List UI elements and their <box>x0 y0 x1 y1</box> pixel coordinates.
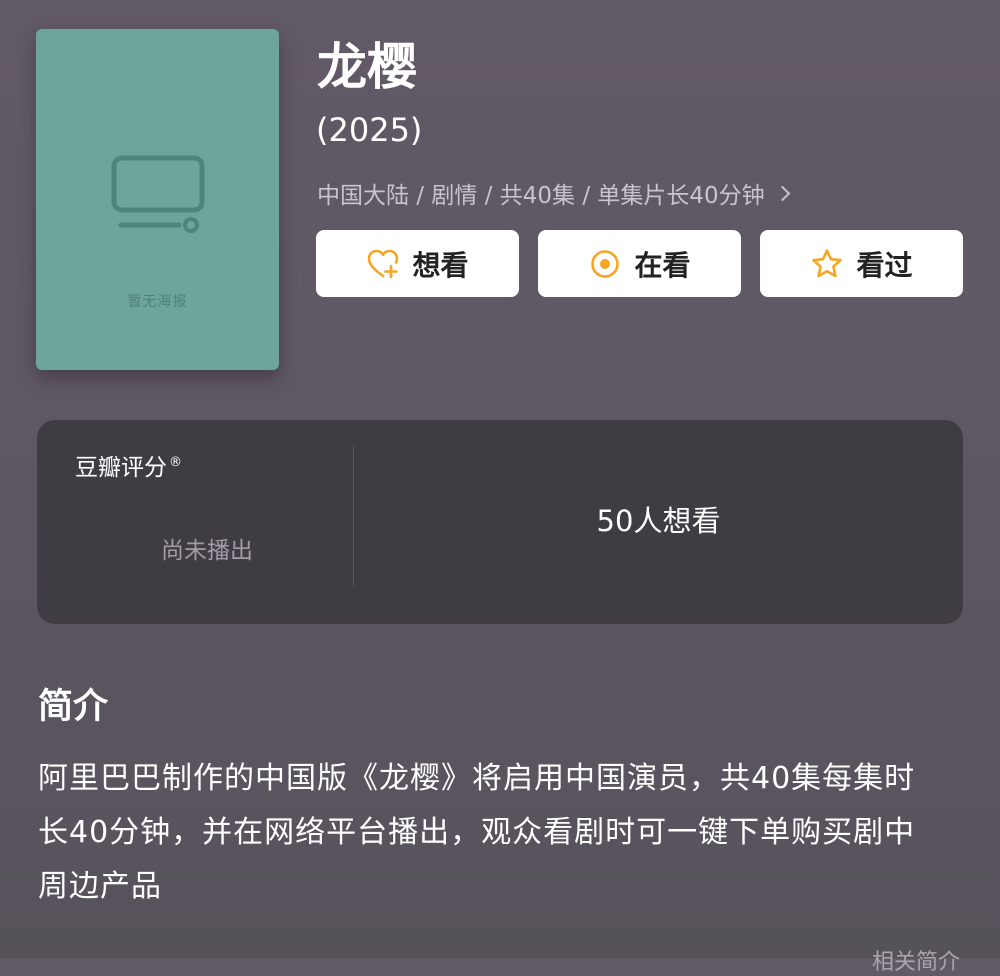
chevron-right-icon <box>774 185 790 201</box>
rating-panel[interactable]: 豆瓣评分 ® 尚未播出 50人想看 <box>37 420 963 624</box>
heart-plus-icon <box>368 249 399 278</box>
poster-placeholder-label: 暂无海报 <box>127 294 188 310</box>
star-icon <box>812 248 843 277</box>
want-count: 50人想看 <box>596 504 721 538</box>
watching-button[interactable]: 在看 <box>538 230 741 297</box>
rating-status: 尚未播出 <box>161 538 253 564</box>
poster-placeholder[interactable]: 暂无海报 <box>36 29 279 370</box>
action-bar: 想看 在看 看过 <box>316 230 963 297</box>
watching-label: 在看 <box>634 248 691 282</box>
watching-circle-icon <box>591 249 620 278</box>
registered-mark: ® <box>169 455 182 471</box>
want-to-watch-button[interactable]: 想看 <box>316 230 519 297</box>
intro-more-link[interactable]: 相关简介 <box>872 944 960 976</box>
intro-body: 阿里巴巴制作的中国版《龙樱》将启用中国演员，共40集每集时长40分钟，并在网络平… <box>38 761 916 904</box>
rating-title: 豆瓣评分 ® <box>75 448 182 482</box>
subject-year: (2025) <box>316 111 423 149</box>
rating-title-text: 豆瓣评分 <box>75 455 167 481</box>
watched-button[interactable]: 看过 <box>760 230 963 297</box>
tv-icon <box>111 155 205 233</box>
watched-label: 看过 <box>856 248 913 282</box>
subject-meta-text: 中国大陆 / 剧情 / 共40集 / 单集片长40分钟 <box>317 183 765 209</box>
intro-heading: 简介 <box>38 687 109 727</box>
want-to-watch-label: 想看 <box>412 248 469 282</box>
subject-title: 龙樱 <box>317 38 417 96</box>
subject-meta-link[interactable]: 中国大陆 / 剧情 / 共40集 / 单集片长40分钟 <box>317 175 790 211</box>
